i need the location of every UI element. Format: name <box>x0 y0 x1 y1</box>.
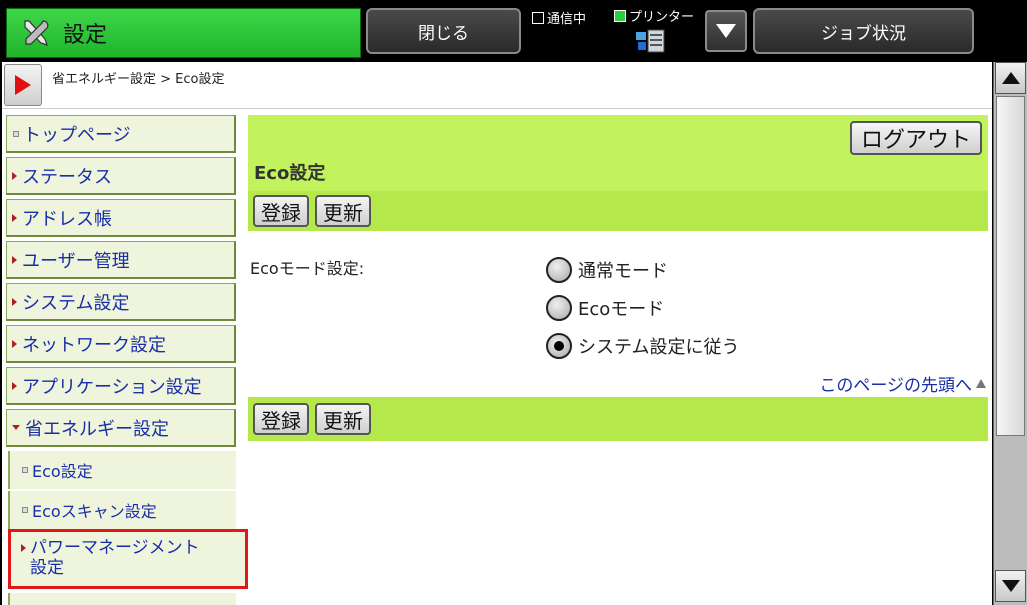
sidebar-item-label: システム設定 <box>22 292 130 314</box>
play-arrow-icon <box>15 75 31 95</box>
bullet-square-icon <box>22 467 28 473</box>
triangle-down-icon <box>12 425 20 430</box>
menu-toggle-button[interactable] <box>4 64 42 106</box>
sidebar-item-label: アドレス帳 <box>22 208 112 230</box>
register-button[interactable]: 登録 <box>253 403 309 435</box>
printer-status-label: プリンター <box>629 10 695 25</box>
radio-normal-mode[interactable]: 通常モード <box>546 257 668 283</box>
printer-status: プリンター <box>614 6 694 25</box>
sidebar-subitem-partial[interactable] <box>8 593 236 605</box>
close-button[interactable]: 閉じる <box>366 8 521 54</box>
sidebar-item-label: ネットワーク設定 <box>22 334 166 356</box>
eco-mode-label: Ecoモード設定: <box>250 259 365 278</box>
sidebar-subitem-label: Eco設定 <box>32 462 93 481</box>
comm-status-icon <box>532 11 544 24</box>
scroll-down-button[interactable] <box>995 570 1026 602</box>
sidebar-item-status[interactable]: ステータス <box>6 157 236 195</box>
triangle-right-icon <box>12 213 17 222</box>
triangle-right-icon <box>12 297 17 306</box>
sidebar-item-label: アプリケーション設定 <box>22 376 202 398</box>
label-line-2: 設定 <box>30 558 64 578</box>
vertical-scrollbar[interactable] <box>993 62 1027 605</box>
label-line-1: パワーマネージメント <box>30 538 200 558</box>
breadcrumb-bar: 省エネルギー設定 > Eco設定 <box>2 62 992 108</box>
comm-status-label: 通信中 <box>547 12 587 27</box>
radio-button-checked[interactable] <box>546 333 572 359</box>
triangle-right-icon <box>12 171 17 180</box>
scroll-up-button[interactable] <box>995 62 1026 94</box>
sidebar-item-top[interactable]: トップページ <box>6 115 236 153</box>
dropdown-button[interactable] <box>705 10 747 52</box>
radio-label: Ecoモード <box>578 299 665 320</box>
action-row-top: 登録 更新 <box>248 191 988 231</box>
up-triangle-icon <box>976 379 986 388</box>
status-area: 通信中 プリンター <box>530 6 700 56</box>
sidebar-item-system-settings[interactable]: システム設定 <box>6 283 236 321</box>
radio-eco-mode[interactable]: Ecoモード <box>546 295 664 321</box>
sidebar-item-label: 省エネルギー設定 <box>25 418 169 440</box>
job-status-button[interactable]: ジョブ状況 <box>753 8 974 54</box>
triangle-right-icon <box>12 339 17 348</box>
sidebar-item-label: ユーザー管理 <box>22 250 130 272</box>
content-area: トップページ ステータス アドレス帳 ユーザー管理 システム設定 ネットワーク設… <box>2 108 992 605</box>
action-row-bottom: 登録 更新 <box>248 397 988 441</box>
radio-button[interactable] <box>546 257 572 283</box>
scroll-thumb[interactable] <box>996 96 1025 436</box>
triangle-right-icon <box>21 544 26 552</box>
breadcrumb: 省エネルギー設定 > Eco設定 <box>52 72 225 87</box>
printer-status-icon <box>614 9 626 22</box>
sidebar-subitem-label: パワーマネージメント 設定 <box>30 538 200 578</box>
sidebar-item-address-book[interactable]: アドレス帳 <box>6 199 236 237</box>
sidebar-item-network-settings[interactable]: ネットワーク設定 <box>6 325 236 363</box>
sidebar-item-label: ステータス <box>22 166 112 188</box>
sidebar-item-user-management[interactable]: ユーザー管理 <box>6 241 236 279</box>
logout-button[interactable]: ログアウト <box>850 121 982 155</box>
page-title: Eco設定 <box>254 163 326 184</box>
comm-status: 通信中 <box>532 8 586 27</box>
bullet-square-icon <box>13 130 19 137</box>
register-button[interactable]: 登録 <box>253 195 309 227</box>
sidebar-item-application-settings[interactable]: アプリケーション設定 <box>6 367 236 405</box>
printer-icon <box>636 29 665 53</box>
arrow-up-icon <box>1001 72 1020 84</box>
page-top-link[interactable]: このページの先頭へ <box>819 371 986 396</box>
update-button[interactable]: 更新 <box>315 403 371 435</box>
arrow-down-icon <box>1001 580 1020 592</box>
update-button[interactable]: 更新 <box>315 195 371 227</box>
sidebar-subitem-power-management[interactable]: パワーマネージメント 設定 <box>8 529 248 589</box>
sidebar-subitem-label: Ecoスキャン設定 <box>32 502 157 521</box>
settings-tab[interactable]: 設定 <box>6 8 361 58</box>
sidebar-item-label: トップページ <box>23 124 131 146</box>
triangle-right-icon <box>12 255 17 264</box>
radio-label: 通常モード <box>578 261 668 282</box>
sidebar-subitem-eco-settings[interactable]: Eco設定 <box>8 451 236 489</box>
settings-title: 設定 <box>63 23 108 48</box>
radio-label: システム設定に従う <box>578 337 740 358</box>
sidebar-subitem-eco-scan[interactable]: Ecoスキャン設定 <box>8 491 236 529</box>
top-bar: 設定 閉じる 通信中 プリンター ジョブ状況 <box>0 0 1027 62</box>
page-top-link-label: このページの先頭へ <box>819 376 972 396</box>
radio-button[interactable] <box>546 295 572 321</box>
sidebar-item-energy-saving[interactable]: 省エネルギー設定 <box>6 409 236 447</box>
triangle-right-icon <box>12 381 17 390</box>
radio-follow-system[interactable]: システム設定に従う <box>546 333 739 359</box>
bullet-square-icon <box>22 507 28 513</box>
chevron-down-icon <box>716 24 736 38</box>
tools-icon <box>24 20 49 46</box>
